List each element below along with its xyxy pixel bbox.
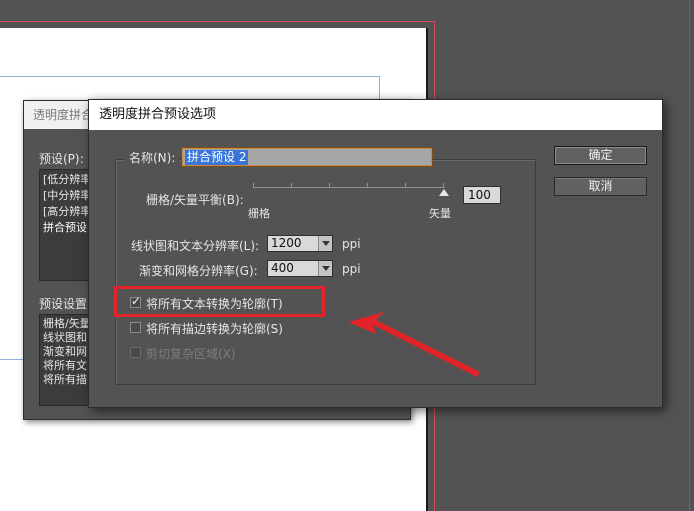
summary-line: 渐变和网 bbox=[43, 345, 87, 358]
preset-list-item[interactable]: [中分辨率 bbox=[43, 188, 90, 204]
summary-line: 将所有文 bbox=[43, 359, 87, 372]
slider-min-label: 栅格 bbox=[248, 207, 270, 220]
slider-tick bbox=[253, 183, 254, 188]
chevron-down-icon[interactable] bbox=[318, 236, 332, 251]
slider-tick bbox=[291, 183, 292, 188]
raster-vector-value-field[interactable]: 100 bbox=[463, 186, 501, 204]
preset-list-item[interactable]: [低分辨率 bbox=[43, 172, 90, 188]
preset-list-item[interactable]: [高分辨率 bbox=[43, 204, 90, 220]
ok-button[interactable]: 确定 bbox=[554, 146, 647, 165]
annotation-arrow-icon bbox=[348, 312, 480, 377]
preset-name-value: 拼合预设 2 bbox=[185, 150, 249, 165]
slider-tick bbox=[367, 183, 368, 188]
name-label: 名称(N): bbox=[125, 149, 180, 166]
gradient-mesh-resolution-combo[interactable]: 400 bbox=[267, 260, 333, 277]
summary-line: 将所有描 bbox=[43, 373, 87, 386]
line-art-resolution-combo[interactable]: 1200 bbox=[267, 235, 333, 252]
line-art-resolution-value: 1200 bbox=[271, 236, 302, 250]
preset-list-item[interactable]: 拼合预设 bbox=[43, 220, 87, 236]
gradient-mesh-resolution-value: 400 bbox=[271, 261, 294, 275]
preset-name-input[interactable]: 拼合预设 2 bbox=[182, 148, 432, 166]
slider-tick bbox=[329, 183, 330, 188]
line-art-resolution-label: 线状图和文本分辨率(L): bbox=[131, 239, 260, 253]
chevron-down-icon[interactable] bbox=[318, 261, 332, 276]
slider-tick bbox=[443, 183, 444, 188]
slider-tick bbox=[405, 183, 406, 188]
raster-vector-balance-label: 栅格/矢量平衡(B): bbox=[146, 193, 244, 207]
preset-settings-summary: 栅格/矢量 线状图和 渐变和网 将所有文 将所有描 bbox=[39, 314, 91, 406]
annotation-highlight-box bbox=[114, 286, 325, 317]
slider-max-label: 矢量 bbox=[429, 207, 451, 220]
summary-line: 线状图和 bbox=[43, 331, 87, 344]
cancel-button[interactable]: 取消 bbox=[554, 177, 647, 196]
convert-strokes-to-outlines-checkbox[interactable] bbox=[130, 322, 141, 333]
gradient-mesh-resolution-label: 渐变和网格分辨率(G): bbox=[139, 264, 258, 278]
preset-list[interactable]: [低分辨率 [中分辨率 [高分辨率 拼合预设 bbox=[39, 169, 91, 281]
preset-settings-label: 预设设置 bbox=[39, 297, 88, 311]
gradient-mesh-resolution-unit: ppi bbox=[342, 262, 361, 276]
clip-complex-regions-checkbox bbox=[130, 347, 141, 358]
preset-list-label: 预设(P): bbox=[39, 152, 84, 166]
dialog-title: 透明度拼合预设选项 bbox=[89, 100, 662, 130]
bleed-guide-right bbox=[689, 0, 690, 511]
clip-complex-regions-label: 剪切复杂区域(X) bbox=[146, 347, 236, 361]
raster-vector-slider-track[interactable] bbox=[253, 187, 445, 188]
convert-strokes-to-outlines-label[interactable]: 将所有描边转换为轮廓(S) bbox=[146, 320, 283, 337]
summary-line: 栅格/矢量 bbox=[43, 317, 91, 330]
raster-vector-slider-thumb[interactable] bbox=[439, 189, 449, 196]
line-art-resolution-unit: ppi bbox=[342, 237, 361, 251]
